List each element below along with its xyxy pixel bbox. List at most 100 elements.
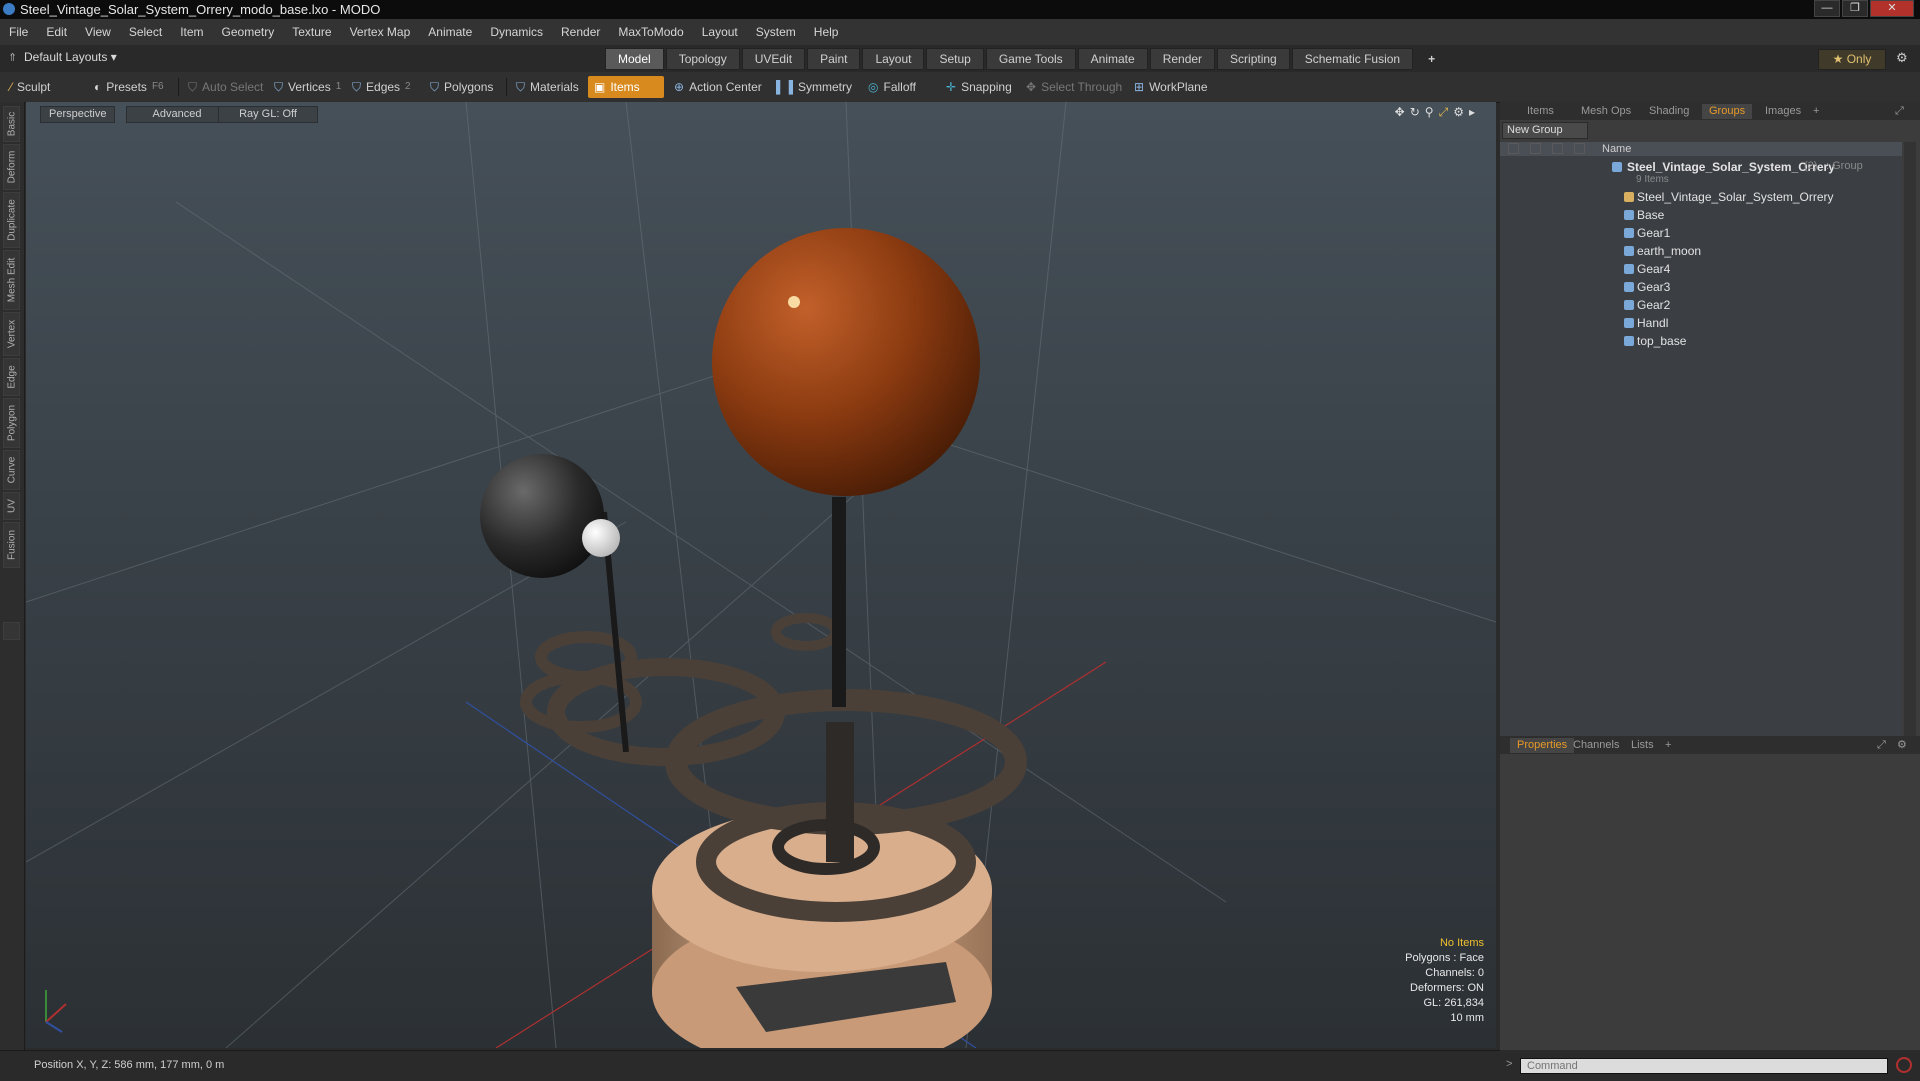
presets-button[interactable]: ◐ Presets F6 [88,76,172,98]
gear-icon[interactable]: ⚙ [1896,50,1908,66]
moon-sphere [582,519,620,557]
tab-uvedit[interactable]: UVEdit [741,48,806,70]
vtab-fusion[interactable]: Fusion [3,522,20,568]
tree-item[interactable]: earth_moon [1500,242,1902,260]
tab-groups[interactable]: Groups [1702,104,1753,119]
minimize-button[interactable]: — [1814,0,1840,17]
edges-button[interactable]: ⛉ Edges 2 [346,76,426,98]
tab-game-tools[interactable]: Game Tools [985,48,1076,70]
polygons-button[interactable]: ⛉ Polygons [424,76,504,98]
action-center-button[interactable]: ⊕ Action Center [668,76,768,98]
tree-item[interactable]: Gear2 [1500,296,1902,314]
vtab-uv[interactable]: UV [3,492,20,520]
vtab-deform[interactable]: Deform [3,144,20,190]
tab-items[interactable]: Items [1520,104,1561,119]
vertices-button[interactable]: ⛉ Vertices 1 [268,76,348,98]
menu-geometry[interactable]: Geometry [213,25,284,39]
menu-maxtomodo[interactable]: MaxToModo [609,25,692,39]
snapping-button[interactable]: ✛ Snapping [940,76,1022,98]
tree-item[interactable]: top_base [1500,332,1902,350]
menu-texture[interactable]: Texture [283,25,340,39]
menu-help[interactable]: Help [805,25,848,39]
tab-properties[interactable]: Properties [1510,738,1575,753]
sculpt-button[interactable]: ⁄ Sculpt [4,76,92,98]
tab-images[interactable]: Images [1758,104,1808,119]
layout-up-icon[interactable]: ⇑ [8,51,17,64]
menu-file[interactable]: File [0,25,37,39]
properties-gear-icon[interactable]: ⚙ [1890,738,1914,753]
presets-icon: ◐ [94,80,102,94]
group-row[interactable]: Steel_Vintage_Solar_System_Orrery (2) : … [1500,158,1902,186]
select-icon[interactable] [1574,143,1585,154]
tab-schematic-fusion[interactable]: Schematic Fusion [1291,48,1414,70]
items-button[interactable]: ▣ Items [588,76,664,98]
lock-icon[interactable] [1530,143,1541,154]
title-bar: Steel_Vintage_Solar_System_Orrery_modo_b… [0,0,1920,19]
tree-scrollbar[interactable] [1904,142,1916,747]
properties-tabs: Properties Channels Lists + ⤢ ⚙ [1500,736,1920,754]
close-button[interactable]: ✕ [1870,0,1914,17]
add-tab-button[interactable]: + [1415,48,1448,70]
select-through-button[interactable]: ✥ Select Through [1020,76,1130,98]
vtab-basic[interactable]: Basic [3,106,20,142]
vtab-curve[interactable]: Curve [3,450,20,490]
tab-model[interactable]: Model [605,48,664,70]
tree-item[interactable]: Gear1 [1500,224,1902,242]
materials-button[interactable]: ⛉ Materials [510,76,590,98]
tab-render[interactable]: Render [1149,48,1216,70]
render-icon[interactable] [1552,143,1563,154]
add-properties-tab-button[interactable]: + [1658,738,1678,753]
polygons-status: Polygons : Face [1405,952,1484,964]
auto-select-button[interactable]: ⛉ Auto Select [182,76,268,98]
menu-view[interactable]: View [76,25,120,39]
tree-item[interactable]: Steel_Vintage_Solar_System_Orrery [1500,188,1902,206]
symmetry-button[interactable]: ▌▐ Symmetry [770,76,856,98]
menu-render[interactable]: Render [552,25,609,39]
tab-paint[interactable]: Paint [807,48,861,70]
tree-item[interactable]: Gear3 [1500,278,1902,296]
tree-item[interactable]: Handl [1500,314,1902,332]
tab-topology[interactable]: Topology [665,48,740,70]
tree-item[interactable]: Base [1500,206,1902,224]
menu-select[interactable]: Select [120,25,171,39]
tree-item[interactable]: Gear4 [1500,260,1902,278]
panel-toggle-button[interactable] [3,622,20,640]
add-panel-tab-button[interactable]: + [1806,104,1826,119]
modo-app-icon [3,3,15,15]
3d-viewport[interactable]: Perspective Advanced Ray GL: Off ✥↻⚲⤢⚙▸ [26,102,1496,1048]
command-input[interactable] [1520,1058,1888,1074]
menu-animate[interactable]: Animate [419,25,481,39]
tab-shading[interactable]: Shading [1642,104,1696,119]
center-column [826,722,854,862]
workplane-button[interactable]: ⊞ WorkPlane [1128,76,1212,98]
tab-animate[interactable]: Animate [1077,48,1148,70]
menu-vertex-map[interactable]: Vertex Map [341,25,420,39]
new-group-button[interactable]: New Group [1502,122,1588,139]
tab-layout[interactable]: Layout [862,48,925,70]
menu-dynamics[interactable]: Dynamics [481,25,552,39]
falloff-button[interactable]: ◎ Falloff [862,76,936,98]
menu-edit[interactable]: Edit [37,25,76,39]
vtab-vertex[interactable]: Vertex [3,312,20,356]
tab-setup[interactable]: Setup [926,48,984,70]
layout-selector[interactable]: Default Layouts ▾ [24,50,117,64]
expand-panel-icon[interactable]: ⤢ [1888,104,1911,119]
menu-system[interactable]: System [747,25,805,39]
vtab-polygon[interactable]: Polygon [3,398,20,448]
eye-icon[interactable] [1508,143,1519,154]
tab-channels[interactable]: Channels [1566,738,1626,753]
mesh-icon [1624,246,1634,256]
tab-lists[interactable]: Lists [1624,738,1661,753]
vtab-mesh-edit[interactable]: Mesh Edit [3,250,20,310]
tab-mesh-ops[interactable]: Mesh Ops [1574,104,1638,119]
vtab-duplicate[interactable]: Duplicate [3,192,20,248]
menu-layout[interactable]: Layout [693,25,747,39]
tab-scripting[interactable]: Scripting [1217,48,1290,70]
vtab-edge[interactable]: Edge [3,358,20,396]
sun-sphere [712,228,980,496]
maximize-button[interactable]: ❐ [1842,0,1868,17]
only-toggle-button[interactable]: ★ Only [1818,49,1886,70]
menu-item[interactable]: Item [171,25,212,39]
toolbar-divider [178,78,179,96]
command-history-icon[interactable] [1896,1057,1912,1073]
